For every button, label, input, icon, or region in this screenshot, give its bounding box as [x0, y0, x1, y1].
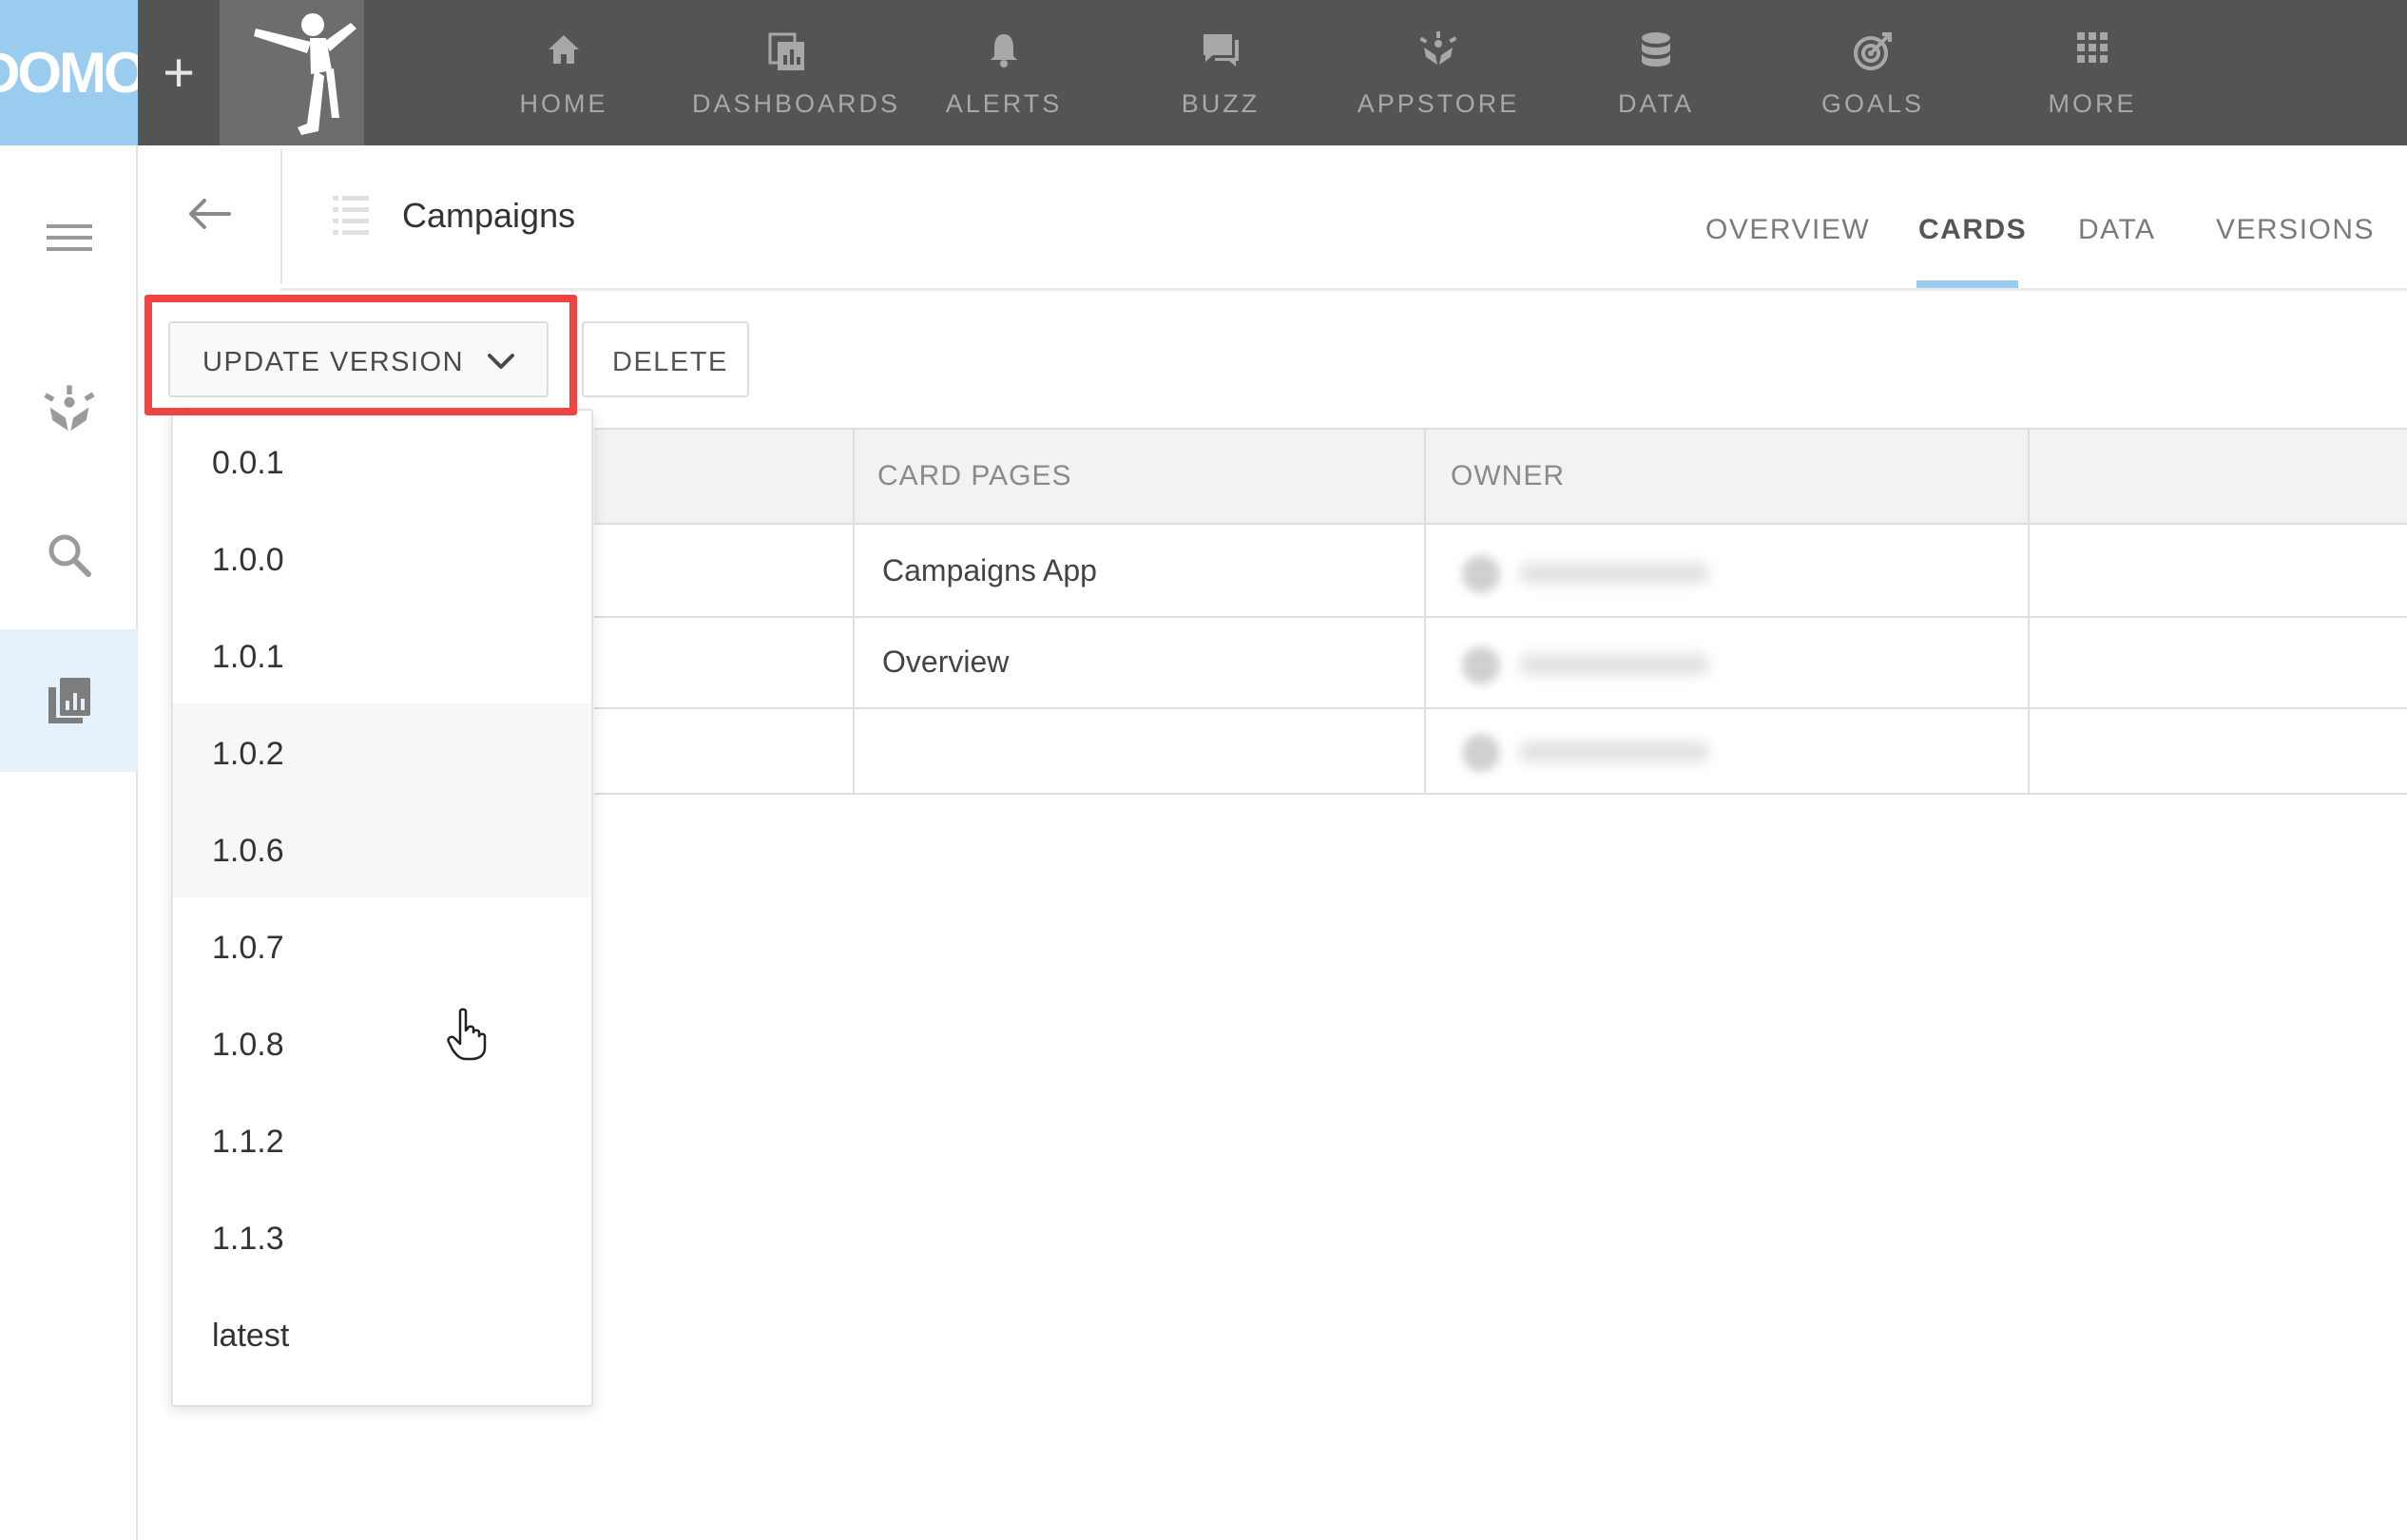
chat-icon	[1204, 34, 1239, 67]
menu-icon	[46, 224, 92, 251]
delete-label: DELETE	[612, 347, 728, 377]
version-option[interactable]: 1.1.2	[173, 1091, 591, 1188]
appstore-icon	[43, 385, 95, 432]
target-icon	[1854, 32, 1892, 70]
nav-label: APPSTORE	[1357, 89, 1520, 118]
highlight-annotation-box	[144, 295, 577, 415]
card-pages-cell[interactable]: Overview	[882, 645, 1009, 680]
nav-more[interactable]: MORE	[1997, 0, 2187, 145]
version-option[interactable]: 0.0.1	[173, 413, 591, 510]
back-button[interactable]	[181, 185, 238, 242]
tab-data[interactable]: DATA	[2078, 214, 2156, 246]
tab-overview[interactable]: OVERVIEW	[1705, 214, 1870, 246]
nav-label: ALERTS	[945, 89, 1063, 118]
nav-dashboards[interactable]: DASHBOARDS	[692, 0, 901, 145]
cards-table: CARD PAGES OWNER Campaigns App Overview	[594, 428, 2407, 795]
version-option-label: 1.0.6	[212, 833, 284, 869]
column-header-owner[interactable]: OWNER	[1451, 460, 1565, 492]
owner-avatar-blurred	[1443, 709, 1783, 795]
nav-label: DASHBOARDS	[692, 89, 901, 118]
cards-icon	[48, 678, 90, 723]
grid-icon	[2077, 32, 2108, 63]
rail-cards-button[interactable]	[0, 629, 138, 772]
nav-label: MORE	[2048, 89, 2137, 118]
column-divider	[2028, 428, 2030, 795]
card-pages-cell[interactable]: Campaigns App	[882, 553, 1097, 588]
table-row[interactable]: Overview	[594, 618, 2407, 709]
database-icon	[1642, 32, 1670, 67]
left-rail	[0, 145, 138, 1540]
nav-label: GOALS	[1820, 89, 1925, 118]
version-option-label: 1.0.0	[212, 542, 284, 578]
version-dropdown-menu: 0.0.1 1.0.0 1.0.1 1.0.2 1.0.6 1.0.7 1.0.…	[171, 409, 593, 1407]
version-option[interactable]: 1.0.2	[173, 703, 591, 800]
top-nav-bar: DOMO + HOME DASHBOARDS ALERTS BUZZ	[0, 0, 2407, 145]
nav-appstore[interactable]: APPSTORE	[1343, 0, 1533, 145]
version-option[interactable]: 1.0.1	[173, 606, 591, 703]
nav-home[interactable]: HOME	[469, 0, 659, 145]
header-divider	[280, 149, 282, 284]
search-icon	[48, 534, 91, 577]
version-option-label: 0.0.1	[212, 445, 284, 481]
version-option-label: latest	[212, 1318, 290, 1354]
version-option[interactable]: 1.0.7	[173, 897, 591, 994]
arrow-left-icon	[189, 199, 231, 229]
appstore-icon	[1419, 31, 1457, 65]
nav-goals[interactable]: GOALS	[1778, 0, 1968, 145]
tab-cards[interactable]: CARDS	[1918, 214, 2027, 246]
logo-text: DOMO	[0, 41, 138, 105]
domo-logo[interactable]: DOMO	[0, 0, 138, 145]
version-option[interactable]: 1.1.3	[173, 1188, 591, 1285]
version-option[interactable]: 1.0.0	[173, 510, 591, 606]
dashboards-icon	[768, 32, 804, 70]
version-option-label: 1.1.2	[212, 1124, 284, 1160]
nav-data[interactable]: DATA	[1561, 0, 1751, 145]
column-divider	[853, 428, 855, 795]
active-tab-indicator	[1916, 280, 2018, 288]
nav-label: DATA	[1617, 89, 1694, 118]
page-title: Campaigns	[402, 196, 576, 235]
rail-appstore-button[interactable]	[0, 341, 138, 484]
owner-avatar-blurred	[1443, 530, 1783, 616]
version-option-label: 1.0.2	[212, 736, 284, 772]
owner-avatar-blurred	[1443, 622, 1783, 707]
version-option[interactable]: 1.0.6	[173, 800, 591, 897]
nav-label: HOME	[519, 89, 608, 118]
nav-buzz[interactable]: BUZZ	[1126, 0, 1316, 145]
brand-avatar-image[interactable]	[220, 0, 364, 145]
header-rule	[280, 288, 2407, 291]
column-divider	[1424, 428, 1426, 795]
version-option[interactable]: latest	[173, 1285, 591, 1382]
table-row[interactable]: Campaigns App	[594, 525, 2407, 618]
table-header: CARD PAGES OWNER	[594, 428, 2407, 525]
nav-alerts[interactable]: ALERTS	[909, 0, 1099, 145]
delete-button[interactable]: DELETE	[582, 321, 749, 397]
add-button[interactable]: +	[152, 40, 205, 106]
hamburger-menu-button[interactable]	[0, 166, 138, 309]
version-option[interactable]: 1.0.8	[173, 994, 591, 1091]
home-icon	[549, 35, 579, 64]
column-header-card-pages[interactable]: CARD PAGES	[877, 460, 1072, 492]
tab-versions[interactable]: VERSIONS	[2216, 214, 2375, 246]
version-option-label: 1.0.7	[212, 930, 284, 966]
list-doc-icon	[333, 196, 369, 235]
version-option-label: 1.1.3	[212, 1221, 284, 1257]
rail-search-button[interactable]	[0, 484, 138, 626]
version-option-label: 1.0.1	[212, 639, 284, 675]
nav-label: BUZZ	[1181, 89, 1261, 118]
karate-figure-icon	[254, 13, 356, 135]
table-row[interactable]	[594, 709, 2407, 795]
bell-icon	[991, 34, 1017, 67]
version-option-label: 1.0.8	[212, 1027, 284, 1063]
